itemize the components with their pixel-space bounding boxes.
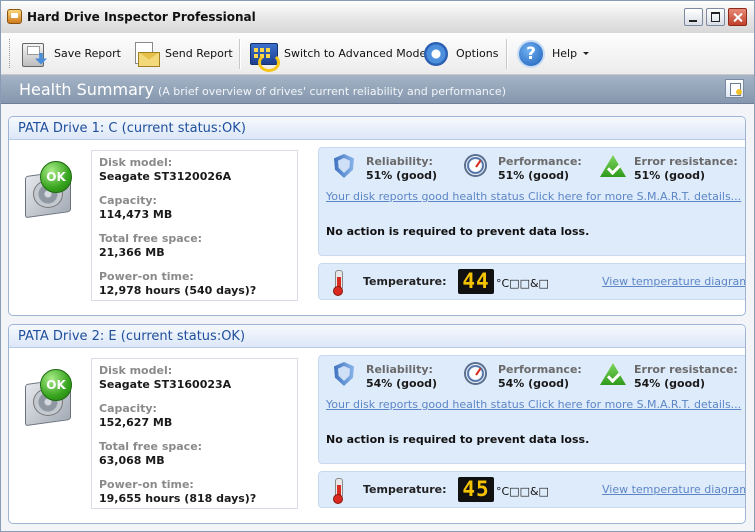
chevron-down-icon xyxy=(583,52,590,55)
toolbar-separator xyxy=(239,39,241,69)
power-on-label: Power-on time: xyxy=(99,478,194,491)
disk-model-value: Seagate ST3160023A xyxy=(99,378,232,391)
options-label: Options xyxy=(456,47,499,60)
error-resistance-label: Error resistance: xyxy=(634,363,738,376)
shield-icon xyxy=(332,362,354,388)
ok-status-icon: OK xyxy=(40,161,72,193)
performance-value: 54% (good) xyxy=(498,377,570,390)
send-mail-icon xyxy=(132,40,160,68)
capacity-value: 114,473 MB xyxy=(99,208,173,221)
disk-model-label: Disk model: xyxy=(99,156,173,169)
smart-details-link[interactable]: Your disk reports good health status Cli… xyxy=(326,398,741,411)
health-status-box: Reliability: 51% (good) Performance: 51%… xyxy=(318,147,745,256)
temperature-label: Temperature: xyxy=(363,275,447,288)
drive-title: PATA Drive 2: E (current status:OK) xyxy=(18,329,246,344)
power-on-value: 12,978 hours (540 days)? xyxy=(99,284,257,297)
gauge-icon xyxy=(464,362,487,388)
performance-label: Performance: xyxy=(498,155,582,168)
action-message: No action is required to prevent data lo… xyxy=(326,225,590,238)
maximize-button[interactable] xyxy=(706,8,725,26)
checkmark-triangle-icon xyxy=(600,362,626,388)
toolbar: Save Report Send Report Switch to Advanc… xyxy=(1,33,754,75)
summary-subtitle: (A brief overview of drives' current rel… xyxy=(157,85,506,98)
close-button[interactable] xyxy=(728,8,747,26)
thermometer-icon xyxy=(333,270,343,296)
window-title: Hard Drive Inspector Professional xyxy=(27,10,256,24)
save-report-button[interactable]: Save Report xyxy=(21,37,121,70)
free-space-value: 21,366 MB xyxy=(99,246,165,259)
toolbar-separator xyxy=(506,39,508,69)
switch-mode-label: Switch to Advanced Mode xyxy=(284,47,427,60)
ok-status-icon: OK xyxy=(40,369,72,401)
toolbar-grip xyxy=(9,39,12,68)
error-resistance-value: 51% (good) xyxy=(634,169,706,182)
summary-title-row: Health Summary (A brief overview of drive… xyxy=(19,80,506,99)
reliability-value: 51% (good) xyxy=(366,169,438,182)
help-icon: ? xyxy=(515,38,547,70)
drive-title: PATA Drive 1: C (current status:OK) xyxy=(18,121,246,136)
capacity-label: Capacity: xyxy=(99,402,157,415)
hard-drive-icon: OK xyxy=(24,161,76,219)
temperature-label: Temperature: xyxy=(363,483,447,496)
disk-info-box: Disk model: Seagate ST3120026A Capacity:… xyxy=(91,150,298,301)
free-space-value: 63,068 MB xyxy=(99,454,165,467)
help-label: Help xyxy=(552,47,578,60)
gear-icon xyxy=(421,39,451,69)
temperature-display: 44 xyxy=(458,269,494,294)
checkmark-triangle-icon xyxy=(600,154,626,180)
app-icon xyxy=(7,9,22,24)
temperature-box: Temperature: 45 °C□□&□ View temperature … xyxy=(318,471,745,508)
drive-header: PATA Drive 2: E (current status:OK) xyxy=(9,325,745,348)
temperature-box: Temperature: 44 °C□□&□ View temperature … xyxy=(318,263,745,300)
minimize-button[interactable] xyxy=(684,8,703,26)
health-status-box: Reliability: 54% (good) Performance: 54%… xyxy=(318,355,745,464)
summary-title: Health Summary xyxy=(19,80,154,99)
shield-icon xyxy=(332,154,354,180)
disk-info-box: Disk model: Seagate ST3160023A Capacity:… xyxy=(91,358,298,509)
app-window: Hard Drive Inspector Professional Save R… xyxy=(0,0,755,532)
performance-label: Performance: xyxy=(498,363,582,376)
action-message: No action is required to prevent data lo… xyxy=(326,433,590,446)
error-resistance-label: Error resistance: xyxy=(634,155,738,168)
reliability-label: Reliability: xyxy=(366,155,433,168)
reliability-label: Reliability: xyxy=(366,363,433,376)
error-resistance-value: 54% (good) xyxy=(634,377,706,390)
send-report-label: Send Report xyxy=(165,47,233,60)
capacity-value: 152,627 MB xyxy=(99,416,173,429)
capacity-label: Capacity: xyxy=(99,194,157,207)
reliability-value: 54% (good) xyxy=(366,377,438,390)
disk-model-label: Disk model: xyxy=(99,364,173,377)
save-report-label: Save Report xyxy=(54,47,121,60)
drive-card: PATA Drive 2: E (current status:OK) OK D… xyxy=(8,324,746,524)
performance-value: 51% (good) xyxy=(498,169,570,182)
switch-advanced-mode-button[interactable]: Switch to Advanced Mode xyxy=(249,37,427,72)
drive-card: PATA Drive 1: C (current status:OK) OK D… xyxy=(8,116,746,316)
options-button[interactable]: Options xyxy=(421,37,498,70)
drives-panel: PATA Drive 1: C (current status:OK) OK D… xyxy=(1,104,754,531)
free-space-label: Total free space: xyxy=(99,232,203,245)
help-menu-button[interactable]: ? Help xyxy=(515,37,590,70)
free-space-label: Total free space: xyxy=(99,440,203,453)
disk-model-value: Seagate ST3120026A xyxy=(99,170,232,183)
report-icon-button[interactable] xyxy=(725,79,744,98)
gauge-icon xyxy=(464,154,487,180)
view-temperature-diagram-link[interactable]: View temperature diagram xyxy=(602,275,745,288)
view-temperature-diagram-link[interactable]: View temperature diagram xyxy=(602,483,745,496)
health-summary-header: Health Summary (A brief overview of drive… xyxy=(1,75,754,104)
thermometer-icon xyxy=(333,478,343,504)
title-bar[interactable]: Hard Drive Inspector Professional xyxy=(1,1,754,34)
hard-drive-icon: OK xyxy=(24,369,76,427)
temperature-unit: °C□□&□ xyxy=(496,277,549,290)
save-disk-icon xyxy=(21,40,49,68)
smart-details-link[interactable]: Your disk reports good health status Cli… xyxy=(326,190,741,203)
temperature-display: 45 xyxy=(458,477,494,502)
temperature-unit: °C□□&□ xyxy=(496,485,549,498)
advanced-mode-icon xyxy=(249,40,280,72)
power-on-label: Power-on time: xyxy=(99,270,194,283)
power-on-value: 19,655 hours (818 days)? xyxy=(99,492,257,505)
send-report-button[interactable]: Send Report xyxy=(132,37,233,70)
drive-header: PATA Drive 1: C (current status:OK) xyxy=(9,117,745,140)
